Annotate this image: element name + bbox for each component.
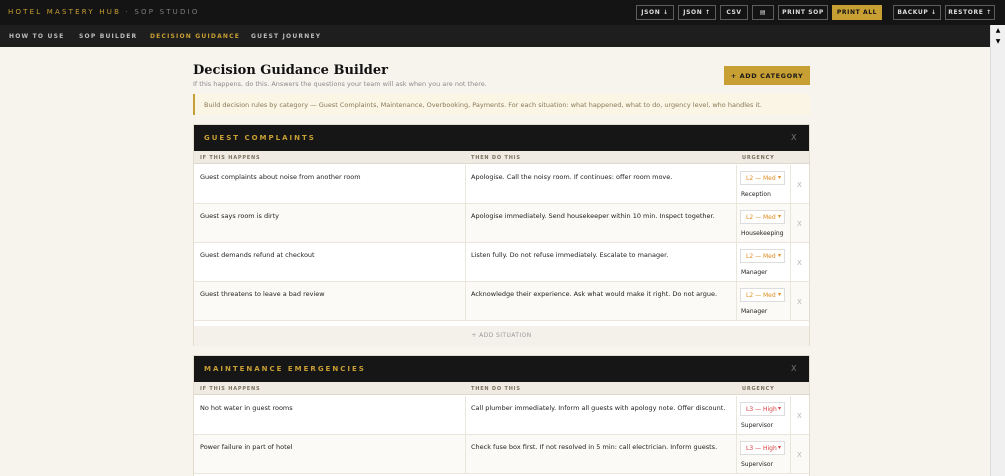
situation-input[interactable]: Power failure in part of hotel bbox=[200, 443, 293, 451]
action-input[interactable]: Apologise. Call the noisy room. If conti… bbox=[471, 173, 672, 181]
tab-how-to-use[interactable]: HOW TO USE bbox=[9, 33, 64, 40]
brand-name: HOTEL MASTERY HUB bbox=[8, 8, 122, 16]
print-sop-button[interactable]: PRINT SOP bbox=[778, 5, 828, 20]
restore-button[interactable]: RESTORE ↑ bbox=[945, 5, 995, 20]
table-row: Guest complaints about noise from anothe… bbox=[194, 165, 809, 204]
chevron-down-icon: ▾ bbox=[777, 252, 781, 259]
table-row: No hot water in guest rooms Call plumber… bbox=[194, 396, 809, 435]
table-row: Guest demands refund at checkout Listen … bbox=[194, 243, 809, 282]
column-then: THEN DO THIS bbox=[471, 386, 521, 392]
situation-input[interactable]: Guest demands refund at checkout bbox=[200, 251, 315, 259]
brand-subtitle: · SOP STUDIO bbox=[125, 8, 200, 16]
delete-row-icon[interactable]: X bbox=[797, 412, 802, 420]
owner-input[interactable]: Supervisor bbox=[741, 422, 773, 429]
urgency-value: L3 — High bbox=[746, 445, 777, 452]
situation-input[interactable]: Guest says room is dirty bbox=[200, 212, 279, 220]
action-input[interactable]: Apologise immediately. Send housekeeper … bbox=[471, 212, 715, 220]
table-row: Power failure in part of hotel Check fus… bbox=[194, 435, 809, 474]
urgency-select[interactable]: L2 — Med ▾ bbox=[740, 171, 785, 185]
owner-input[interactable]: Manager bbox=[741, 269, 767, 276]
scrollbar[interactable]: ▲ ▼ bbox=[990, 25, 1005, 476]
owner-input[interactable]: Housekeeping bbox=[741, 230, 784, 237]
backup-button[interactable]: BACKUP ↓ bbox=[893, 5, 941, 20]
add-situation-button[interactable]: + ADD SITUATION bbox=[194, 326, 809, 346]
chevron-down-icon: ▾ bbox=[777, 405, 781, 412]
column-header: IF THIS HAPPENS THEN DO THIS URGENCY bbox=[194, 382, 809, 395]
urgency-value: L2 — Med bbox=[746, 292, 776, 299]
action-input[interactable]: Call plumber immediately. Inform all gue… bbox=[471, 404, 725, 412]
urgency-select[interactable]: L2 — Med ▾ bbox=[740, 288, 785, 302]
category-header: GUEST COMPLAINTS X bbox=[194, 125, 809, 151]
print-icon[interactable]: ▤ bbox=[752, 5, 774, 20]
column-then: THEN DO THIS bbox=[471, 155, 521, 161]
print-all-button[interactable]: PRINT ALL bbox=[832, 5, 882, 20]
tab-decision-guidance[interactable]: DECISION GUIDANCE bbox=[150, 33, 240, 40]
delete-row-icon[interactable]: X bbox=[797, 259, 802, 267]
main-nav: HOW TO USE SOP BUILDER DECISION GUIDANCE… bbox=[0, 25, 990, 47]
export-json-button[interactable]: JSON ↓ bbox=[636, 5, 674, 20]
action-input[interactable]: Acknowledge their experience. Ask what w… bbox=[471, 290, 717, 298]
urgency-value: L2 — Med bbox=[746, 214, 776, 221]
situation-input[interactable]: Guest complaints about noise from anothe… bbox=[200, 173, 361, 181]
situation-input[interactable]: No hot water in guest rooms bbox=[200, 404, 293, 412]
info-box: Build decision rules by category — Guest… bbox=[193, 94, 810, 115]
import-json-button[interactable]: JSON ↑ bbox=[678, 5, 716, 20]
urgency-select[interactable]: L2 — Med ▾ bbox=[740, 210, 785, 224]
delete-row-icon[interactable]: X bbox=[797, 220, 802, 228]
scroll-up-icon[interactable]: ▲ bbox=[991, 25, 1005, 36]
category-guest-complaints: GUEST COMPLAINTS X IF THIS HAPPENS THEN … bbox=[193, 124, 810, 346]
chevron-down-icon: ▾ bbox=[777, 291, 781, 298]
urgency-value: L2 — Med bbox=[746, 175, 776, 182]
scroll-down-icon[interactable]: ▼ bbox=[991, 36, 1005, 47]
column-urgency: URGENCY bbox=[742, 386, 775, 392]
page-subtitle: If this happens, do this. Answers the qu… bbox=[193, 80, 487, 88]
owner-input[interactable]: Reception bbox=[741, 191, 771, 198]
delete-category-icon[interactable]: X bbox=[791, 364, 796, 373]
column-if: IF THIS HAPPENS bbox=[200, 386, 261, 392]
page-title: Decision Guidance Builder bbox=[193, 63, 388, 78]
delete-row-icon[interactable]: X bbox=[797, 181, 802, 189]
category-title[interactable]: MAINTENANCE EMERGENCIES bbox=[204, 365, 366, 373]
table-row: Guest threatens to leave a bad review Ac… bbox=[194, 282, 809, 321]
urgency-select[interactable]: L3 — High ▾ bbox=[740, 441, 785, 455]
urgency-value: L3 — High bbox=[746, 406, 777, 413]
owner-input[interactable]: Manager bbox=[741, 308, 767, 315]
tab-guest-journey[interactable]: GUEST JOURNEY bbox=[251, 33, 321, 40]
table-row: Guest says room is dirty Apologise immed… bbox=[194, 204, 809, 243]
delete-row-icon[interactable]: X bbox=[797, 298, 802, 306]
add-category-button[interactable]: + ADD CATEGORY bbox=[724, 66, 810, 85]
chevron-down-icon: ▾ bbox=[777, 213, 781, 220]
delete-category-icon[interactable]: X bbox=[791, 133, 796, 142]
chevron-down-icon: ▾ bbox=[777, 174, 781, 181]
column-if: IF THIS HAPPENS bbox=[200, 155, 261, 161]
urgency-select[interactable]: L3 — High ▾ bbox=[740, 402, 785, 416]
brand: HOTEL MASTERY HUB · SOP STUDIO bbox=[8, 8, 200, 16]
chevron-down-icon: ▾ bbox=[777, 444, 781, 451]
action-input[interactable]: Check fuse box first. If not resolved in… bbox=[471, 443, 717, 451]
category-title[interactable]: GUEST COMPLAINTS bbox=[204, 134, 316, 142]
action-input[interactable]: Listen fully. Do not refuse immediately.… bbox=[471, 251, 668, 259]
category-maintenance-emergencies: MAINTENANCE EMERGENCIES X IF THIS HAPPEN… bbox=[193, 355, 810, 476]
urgency-select[interactable]: L2 — Med ▾ bbox=[740, 249, 785, 263]
situation-input[interactable]: Guest threatens to leave a bad review bbox=[200, 290, 325, 298]
column-header: IF THIS HAPPENS THEN DO THIS URGENCY bbox=[194, 151, 809, 164]
urgency-value: L2 — Med bbox=[746, 253, 776, 260]
delete-row-icon[interactable]: X bbox=[797, 451, 802, 459]
column-urgency: URGENCY bbox=[742, 155, 775, 161]
category-header: MAINTENANCE EMERGENCIES X bbox=[194, 356, 809, 382]
tab-sop-builder[interactable]: SOP BUILDER bbox=[79, 33, 137, 40]
export-csv-button[interactable]: CSV bbox=[720, 5, 748, 20]
top-bar: HOTEL MASTERY HUB · SOP STUDIO JSON ↓ JS… bbox=[0, 0, 1005, 25]
owner-input[interactable]: Supervisor bbox=[741, 461, 773, 468]
